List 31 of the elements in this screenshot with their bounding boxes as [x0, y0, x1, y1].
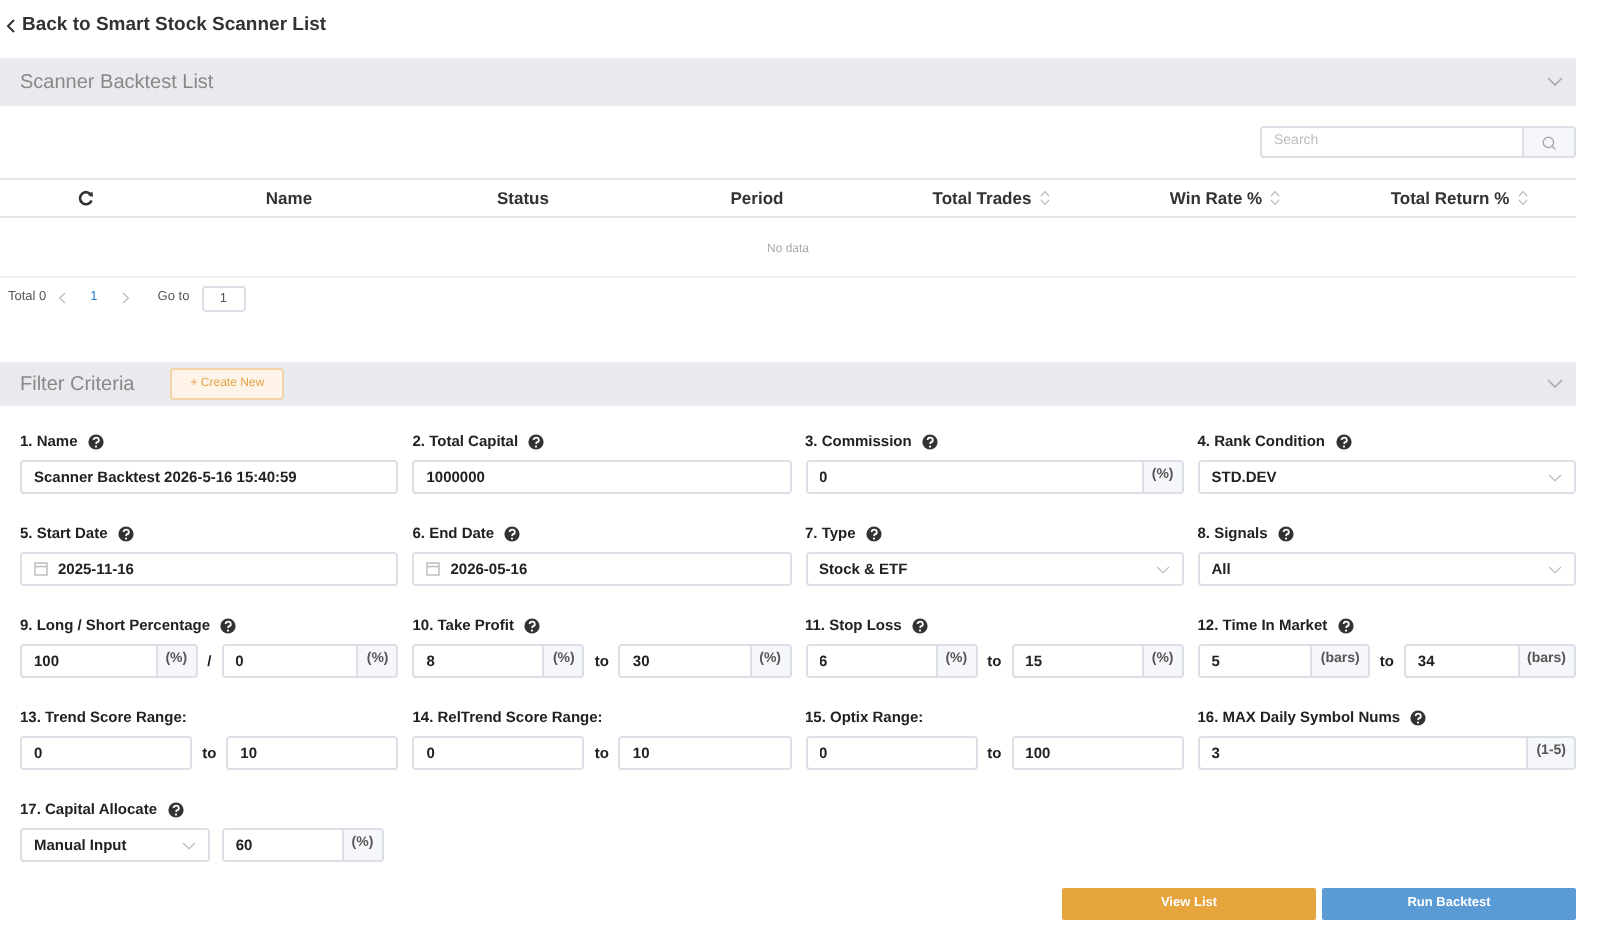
- panel-title: Scanner Backtest List: [20, 69, 214, 97]
- help-icon[interactable]: [1337, 618, 1354, 634]
- column-header: Period: [730, 187, 784, 208]
- chevron-icon: [1155, 565, 1170, 573]
- help-icon[interactable]: [220, 618, 237, 634]
- back-chevron-icon: [6, 18, 16, 34]
- help-icon[interactable]: [1410, 710, 1427, 726]
- help-icon[interactable]: [1277, 526, 1294, 542]
- help-icon[interactable]: [523, 618, 540, 634]
- column-header[interactable]: Total Trades: [932, 187, 1032, 208]
- help-icon[interactable]: [504, 526, 521, 542]
- help-icon[interactable]: [117, 526, 134, 542]
- chevron-icon: [1548, 473, 1562, 481]
- column-header: Name: [265, 187, 313, 208]
- back-link[interactable]: Back to Smart Stock Scanner List: [6, 12, 327, 40]
- help-icon[interactable]: [87, 434, 104, 450]
- help-icon[interactable]: [528, 434, 545, 450]
- refresh-icon[interactable]: [78, 190, 94, 207]
- help-icon[interactable]: [865, 526, 882, 542]
- help-icon[interactable]: [1335, 434, 1351, 450]
- chevron-icon: [1548, 565, 1562, 573]
- panel-title: Filter Criteria: [20, 371, 135, 399]
- help-icon[interactable]: [167, 802, 183, 818]
- help-icon[interactable]: [921, 434, 938, 450]
- column-header[interactable]: Win Rate %: [1169, 187, 1263, 208]
- chevron-icon: [181, 841, 196, 849]
- help-icon[interactable]: [911, 618, 928, 634]
- column-header[interactable]: Total Return %: [1390, 187, 1510, 208]
- calendar-icon: [426, 562, 441, 576]
- calendar-icon: [34, 562, 48, 576]
- column-header: Status: [497, 187, 549, 208]
